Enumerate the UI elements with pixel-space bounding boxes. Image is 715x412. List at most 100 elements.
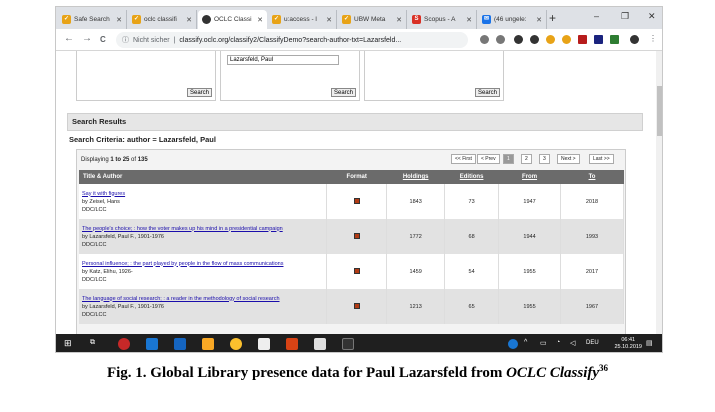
back-button[interactable]: ← bbox=[64, 33, 74, 44]
task-view-icon[interactable]: ⧉ bbox=[90, 339, 95, 347]
tab-label: u:access - l bbox=[284, 16, 317, 23]
last-page-button[interactable]: Last >> bbox=[589, 154, 614, 164]
search-button[interactable]: Search bbox=[186, 88, 212, 97]
to-cell: 1993 bbox=[560, 219, 624, 254]
clock[interactable]: 06:41 25.10.2019 bbox=[614, 337, 642, 351]
tab-mail[interactable]: ✉ (46 ungele: ✕ bbox=[478, 10, 547, 29]
forward-button[interactable]: → bbox=[82, 33, 92, 44]
checkmark-icon: ✓ bbox=[342, 15, 351, 24]
edge-icon[interactable] bbox=[146, 338, 158, 350]
editions-cell: 65 bbox=[444, 289, 500, 324]
extension-icon[interactable] bbox=[594, 35, 603, 44]
extension-icon[interactable] bbox=[480, 35, 489, 44]
page-3-button[interactable]: 3 bbox=[539, 154, 550, 164]
work-title-link[interactable]: Personal influence; : the part played by… bbox=[82, 261, 283, 267]
extension-icon[interactable] bbox=[530, 35, 539, 44]
tab-label: Safe Search bbox=[74, 16, 110, 23]
table-row: The people's choice; : how the voter mak… bbox=[79, 219, 624, 254]
work-class: DDC/LCC bbox=[82, 276, 107, 283]
from-cell: 1955 bbox=[498, 289, 562, 324]
tab-scopus[interactable]: S Scopus - A ✕ bbox=[408, 10, 477, 29]
extension-icon[interactable] bbox=[496, 35, 505, 44]
close-icon[interactable]: ✕ bbox=[186, 16, 192, 24]
extension-icon[interactable] bbox=[514, 35, 523, 44]
prev-page-button[interactable]: < Prev bbox=[477, 154, 500, 164]
from-column-header[interactable]: From bbox=[498, 170, 561, 184]
checkmark-icon: ✓ bbox=[272, 15, 281, 24]
new-tab-button[interactable]: + bbox=[549, 11, 556, 25]
title-column-header[interactable]: Title & Author bbox=[79, 170, 327, 184]
address-bar[interactable]: ⓘ Nicht sicher | classify.oclc.org/class… bbox=[116, 32, 468, 48]
book-format-icon bbox=[353, 302, 360, 309]
wifi-icon[interactable]: ◔ bbox=[556, 339, 560, 346]
network-icon[interactable]: ▭ bbox=[540, 339, 547, 347]
close-icon[interactable]: ✕ bbox=[466, 16, 472, 24]
checkbox-extension-icon[interactable] bbox=[610, 35, 619, 44]
volume-icon[interactable]: ◁ bbox=[570, 339, 575, 347]
maximize-button[interactable]: ❐ bbox=[621, 11, 629, 22]
search-criteria: Search Criteria: author = Lazarsfeld, Pa… bbox=[69, 135, 216, 144]
tab-uaccess[interactable]: ✓ u:access - l ✕ bbox=[268, 10, 337, 29]
windows-start-icon[interactable]: ⊞ bbox=[64, 338, 72, 349]
terminal-icon[interactable] bbox=[342, 338, 354, 350]
format-column-header[interactable]: Format bbox=[326, 170, 387, 184]
app-icon[interactable] bbox=[286, 338, 298, 350]
from-cell: 1947 bbox=[498, 184, 562, 219]
word-icon[interactable] bbox=[174, 338, 186, 350]
holdings-column-header[interactable]: Holdings bbox=[386, 170, 445, 184]
editions-column-header[interactable]: Editions bbox=[444, 170, 499, 184]
scopus-icon: S bbox=[412, 15, 421, 24]
close-window-button[interactable]: ✕ bbox=[648, 11, 656, 22]
pdf-icon[interactable] bbox=[578, 35, 587, 44]
search-box-left: Search bbox=[76, 51, 216, 101]
close-icon[interactable]: ✕ bbox=[326, 16, 332, 24]
holdings-cell: 1459 bbox=[386, 254, 446, 289]
title-cell: The language of social research; : a rea… bbox=[79, 289, 328, 324]
mail-icon[interactable] bbox=[258, 338, 270, 350]
notification-icon[interactable]: ▤ bbox=[646, 339, 653, 347]
close-icon[interactable]: ✕ bbox=[396, 16, 402, 24]
to-cell: 2018 bbox=[560, 184, 624, 219]
reload-button[interactable]: C bbox=[100, 35, 106, 44]
work-title-link[interactable]: Say it with figures bbox=[82, 191, 125, 197]
page-2-button[interactable]: 2 bbox=[521, 154, 532, 164]
chrome-icon[interactable] bbox=[230, 338, 242, 350]
close-icon[interactable]: ✕ bbox=[257, 16, 263, 24]
format-cell bbox=[326, 254, 388, 289]
to-column-header[interactable]: To bbox=[560, 170, 624, 184]
profile-icon[interactable] bbox=[630, 35, 639, 44]
page-scrollbar[interactable] bbox=[656, 51, 662, 334]
scrollbar-thumb[interactable] bbox=[657, 86, 662, 136]
file-explorer-icon[interactable] bbox=[202, 338, 214, 350]
search-button[interactable]: Search bbox=[330, 88, 356, 97]
tab-ubw-meta[interactable]: ✓ UBW Meta ✕ bbox=[338, 10, 407, 29]
extension-icon[interactable] bbox=[562, 35, 571, 44]
close-icon[interactable]: ✕ bbox=[116, 16, 122, 24]
holdings-cell: 1213 bbox=[386, 289, 446, 324]
info-icon: ⓘ bbox=[122, 37, 129, 44]
extension-icon[interactable] bbox=[546, 35, 555, 44]
search-results-header: Search Results bbox=[67, 113, 643, 131]
page-1-button[interactable]: 1 bbox=[503, 154, 514, 164]
format-cell bbox=[326, 289, 388, 324]
tab-safe-search[interactable]: ✓ Safe Search ✕ bbox=[58, 10, 127, 29]
work-title-link[interactable]: The people's choice; : how the voter mak… bbox=[82, 226, 283, 232]
browser-toolbar: ← → C ⓘ Nicht sicher | classify.oclc.org… bbox=[56, 29, 662, 51]
search-button[interactable]: Search bbox=[474, 88, 500, 97]
first-page-button[interactable]: << First bbox=[451, 154, 476, 164]
title-cell: Personal influence; : the part played by… bbox=[79, 254, 328, 289]
author-input[interactable]: Lazarsfeld, Paul bbox=[227, 55, 339, 65]
app-icon[interactable] bbox=[118, 338, 130, 350]
editions-cell: 73 bbox=[444, 184, 500, 219]
help-icon[interactable] bbox=[508, 339, 518, 349]
tray-arrow-icon[interactable]: ^ bbox=[524, 339, 527, 346]
work-title-link[interactable]: The language of social research; : a rea… bbox=[82, 296, 280, 302]
menu-icon[interactable]: ⋮ bbox=[649, 34, 657, 43]
minimize-button[interactable]: – bbox=[594, 11, 599, 21]
tab-oclc-classify-search[interactable]: ✓ oclc classifi ✕ bbox=[128, 10, 197, 29]
language-indicator[interactable]: DEU bbox=[586, 340, 599, 346]
store-icon[interactable] bbox=[314, 338, 326, 350]
tab-oclc-classify[interactable]: OCLC Classi ✕ bbox=[198, 10, 267, 29]
close-icon[interactable]: ✕ bbox=[536, 16, 542, 24]
next-page-button[interactable]: Next > bbox=[557, 154, 580, 164]
